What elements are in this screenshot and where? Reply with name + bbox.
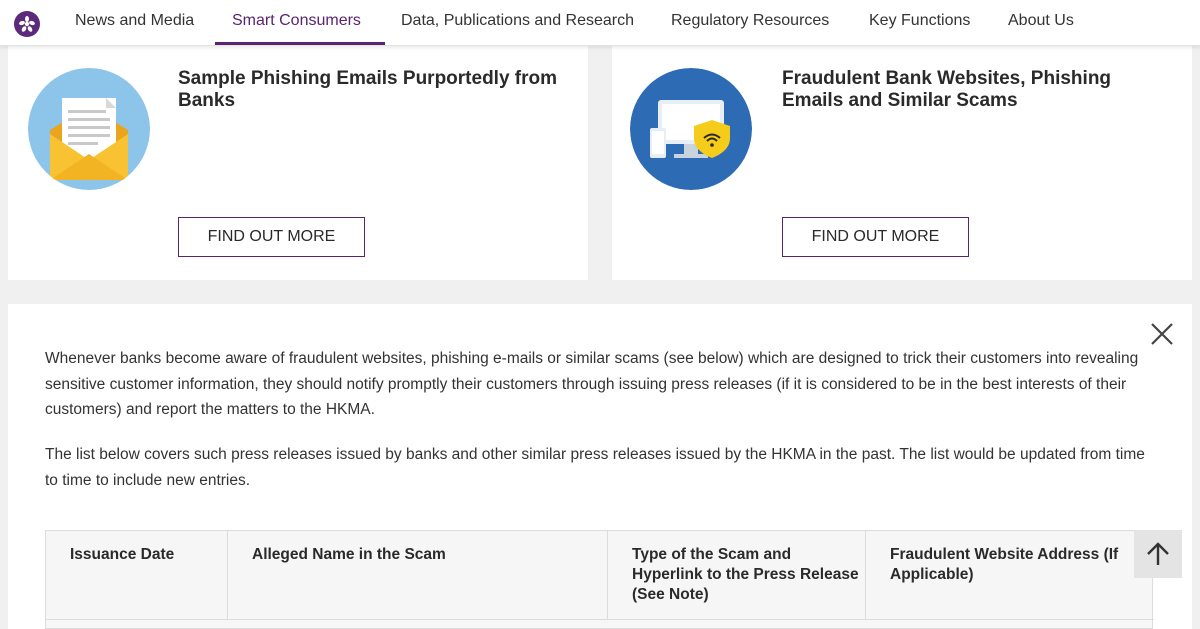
arrow-up-icon xyxy=(1147,542,1169,565)
table-row-divider xyxy=(46,619,1154,620)
back-to-top-button[interactable] xyxy=(1134,530,1182,578)
column-header-issuance-date[interactable]: Issuance Date xyxy=(46,531,228,619)
list-description-paragraph: The list below covers such press release… xyxy=(45,446,1145,489)
find-out-more-button[interactable]: FIND OUT MORE xyxy=(782,217,969,257)
envelope-letter-icon xyxy=(28,68,150,190)
active-nav-indicator xyxy=(215,42,385,45)
nav-smart-consumers[interactable]: Smart Consumers xyxy=(232,12,361,30)
nav-about-us[interactable]: About Us xyxy=(1008,12,1074,30)
info-panel: Whenever banks become aware of fraudulen… xyxy=(8,304,1192,629)
close-icon[interactable] xyxy=(1149,321,1175,347)
scam-press-release-table: Issuance Date Alleged Name in the Scam T… xyxy=(45,530,1154,629)
hkma-logo-icon[interactable] xyxy=(14,11,40,37)
card-fraudulent-bank-websites: Fraudulent Bank Websites, Phishing Email… xyxy=(612,46,1192,280)
column-header-scam-type[interactable]: Type of the Scam and Hyperlink to the Pr… xyxy=(608,531,866,619)
nav-regulatory-resources[interactable]: Regulatory Resources xyxy=(671,12,829,30)
top-navigation: News and Media Smart Consumers Data, Pub… xyxy=(0,0,1200,46)
column-header-alleged-name[interactable]: Alleged Name in the Scam xyxy=(228,531,608,619)
nav-key-functions[interactable]: Key Functions xyxy=(869,12,970,30)
card-title: Fraudulent Bank Websites, Phishing Email… xyxy=(782,68,1112,111)
card-title: Sample Phishing Emails Purportedly from … xyxy=(178,68,558,111)
find-out-more-button[interactable]: FIND OUT MORE xyxy=(178,217,365,257)
devices-shield-wifi-icon xyxy=(630,68,752,190)
intro-paragraph: Whenever banks become aware of fraudulen… xyxy=(45,350,1139,418)
column-header-fraudulent-website[interactable]: Fraudulent Website Address (If Applicabl… xyxy=(866,531,1154,619)
nav-news-and-media[interactable]: News and Media xyxy=(75,12,194,30)
card-sample-phishing-emails: Sample Phishing Emails Purportedly from … xyxy=(8,46,588,280)
nav-data-publications-research[interactable]: Data, Publications and Research xyxy=(401,12,634,30)
